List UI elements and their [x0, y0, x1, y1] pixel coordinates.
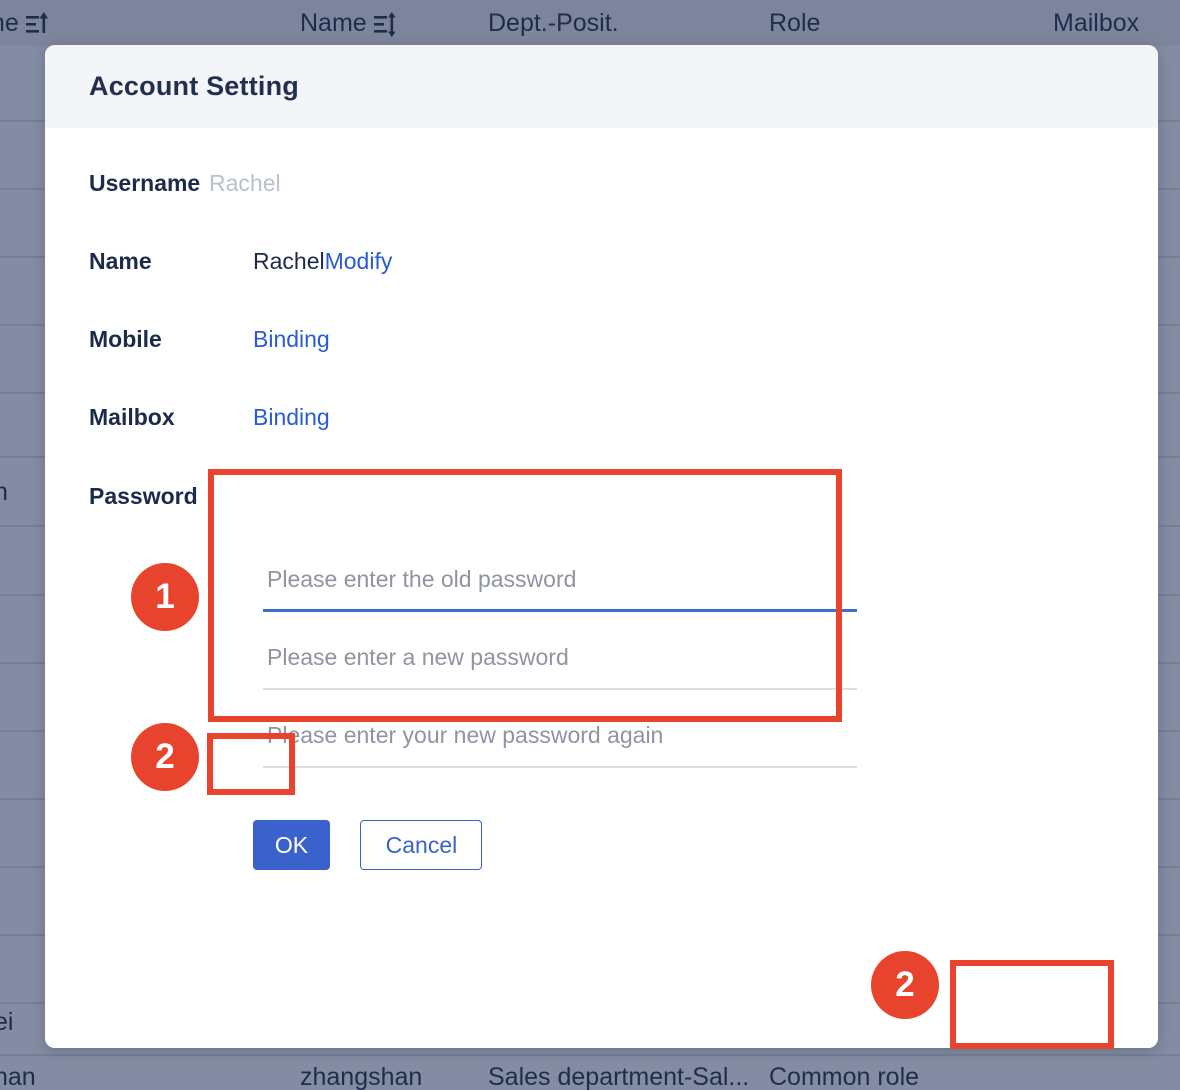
column-header-label: Dept.-Posit.: [488, 9, 619, 37]
field-value-mailbox: Binding: [253, 403, 330, 431]
cancel-button[interactable]: Cancel: [360, 820, 483, 870]
new-password-underline: [263, 688, 857, 690]
table-row-divider: [0, 1054, 1180, 1056]
table-header-row: me Name: [0, 0, 1180, 46]
field-row-mobile: Mobile Binding: [89, 325, 330, 353]
column-header-label: Mailbox: [1053, 9, 1140, 37]
password-fields-group: [253, 552, 857, 786]
field-label-mobile: Mobile: [89, 326, 162, 352]
old-password-underline: [263, 609, 857, 612]
field-label-name: Name: [89, 248, 152, 274]
column-header-dept-position[interactable]: Dept.-Posit.: [488, 9, 619, 38]
field-row-username: Username Rachel: [89, 169, 281, 197]
column-header-label: Name: [300, 9, 367, 37]
modify-name-link[interactable]: Modify: [325, 248, 393, 274]
dialog-header: Account Setting: [45, 45, 1158, 128]
account-setting-dialog: Account Setting Username Rachel Name Rac…: [45, 45, 1158, 1048]
table-cell-partial: n: [0, 478, 8, 506]
step-badge-2b: 2: [871, 951, 939, 1019]
sort-ascending-icon[interactable]: [25, 11, 48, 38]
bind-mobile-link[interactable]: Binding: [253, 326, 330, 352]
confirm-password-underline: [263, 766, 857, 768]
old-password-input[interactable]: [253, 552, 857, 606]
field-row-password: Password: [89, 482, 209, 510]
column-header-name[interactable]: Name: [300, 9, 396, 38]
column-header-label: me: [0, 9, 19, 37]
dialog-body: Username Rachel Name RachelModify Mobile…: [45, 128, 1158, 1048]
old-password-field-wrap: [253, 552, 857, 630]
new-password-input[interactable]: [253, 630, 857, 684]
password-action-buttons: OK Cancel: [253, 820, 483, 870]
sort-updown-icon[interactable]: [373, 11, 396, 38]
step-badge-2a: 2: [131, 723, 199, 791]
confirm-password-field-wrap: [253, 708, 857, 786]
field-value-mobile: Binding: [253, 325, 330, 353]
field-value-name-text: Rachel: [253, 248, 325, 274]
confirm-password-input[interactable]: [253, 708, 857, 762]
table-cell-partial: ei: [0, 1008, 14, 1036]
field-row-name: Name RachelModify: [89, 247, 392, 275]
column-header-mailbox[interactable]: Mailbox: [1053, 9, 1139, 38]
table-cell: han: [0, 1063, 36, 1090]
dialog-title: Account Setting: [89, 71, 299, 101]
ok-button[interactable]: OK: [253, 820, 330, 870]
field-label-password: Password: [89, 483, 198, 509]
field-label-mailbox: Mailbox: [89, 404, 175, 430]
step-badge-1: 1: [131, 563, 199, 631]
column-header-role[interactable]: Role: [769, 9, 820, 38]
table-cell: Sales department-Sal...: [488, 1063, 750, 1090]
screen: me Name: [0, 0, 1180, 1090]
column-header-label: Role: [769, 9, 821, 37]
table-cell: zhangshan: [300, 1063, 423, 1090]
field-row-mailbox: Mailbox Binding: [89, 403, 330, 431]
table-cell: Common role: [769, 1063, 920, 1090]
field-label-username: Username: [89, 170, 201, 196]
new-password-field-wrap: [253, 630, 857, 708]
column-header-name-partial[interactable]: me: [0, 9, 48, 38]
field-value-name: RachelModify: [253, 247, 392, 275]
field-value-username: Rachel: [209, 170, 281, 196]
bind-mailbox-link[interactable]: Binding: [253, 404, 330, 430]
